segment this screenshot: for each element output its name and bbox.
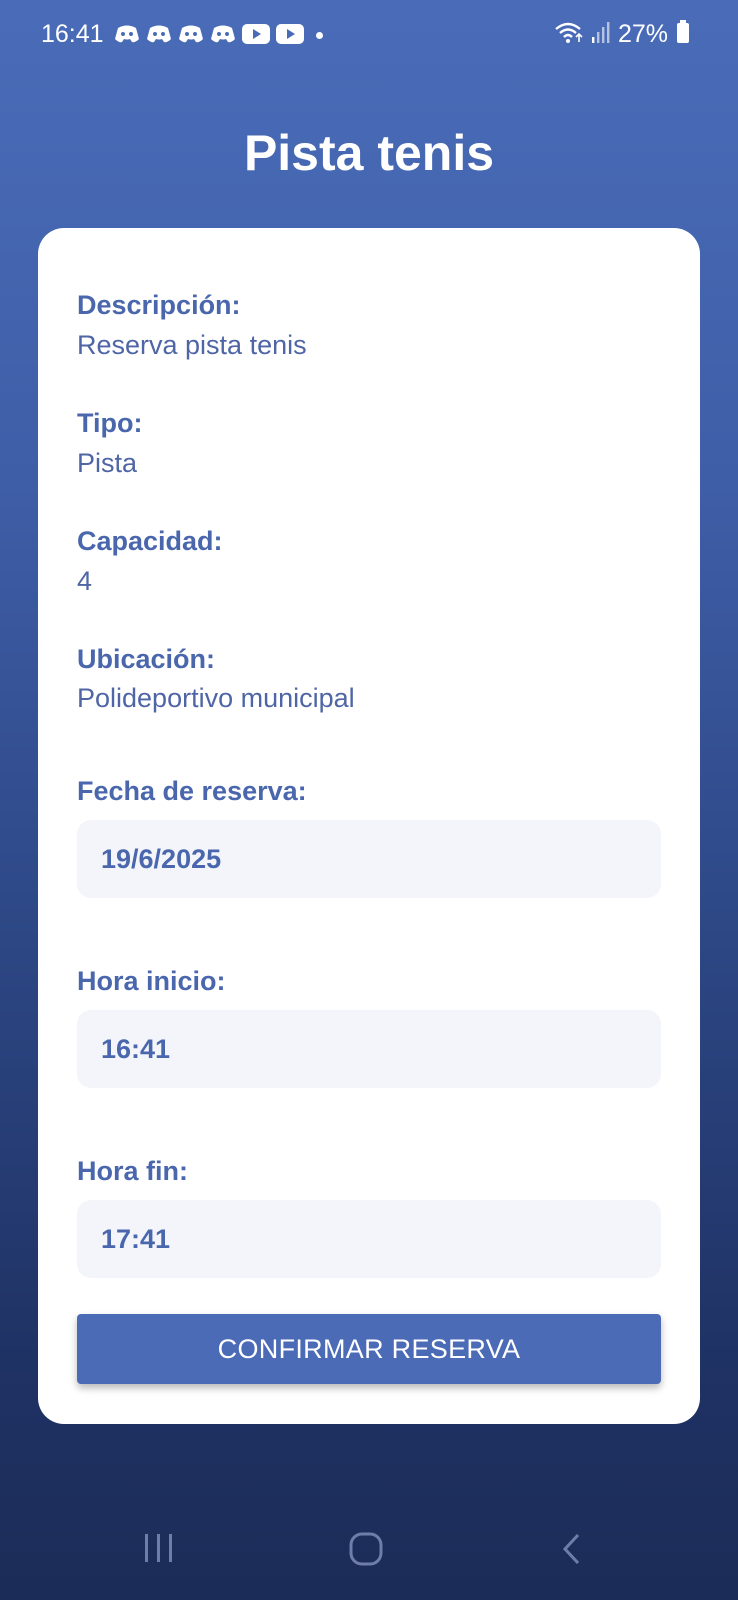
location-label: Ubicación: [77,644,216,674]
date-label: Fecha de reserva: [77,776,307,806]
wifi-icon [554,20,584,49]
signal-icon [591,21,610,48]
capacity-value: 4 [77,566,93,596]
type-label: Tipo: [77,408,143,438]
type-value: Pista [77,448,138,478]
status-bar: 16:41 27% [0,0,738,72]
discord-icon [178,24,204,44]
location-value: Polideportivo municipal [77,683,355,713]
page-title: Pista tenis [243,125,495,181]
more-notifications-dot [316,32,323,39]
youtube-icon [276,24,304,44]
date-field[interactable]: 19/6/2025 [77,820,661,898]
capacity-label: Capacidad: [77,526,223,556]
discord-icon [114,24,140,44]
reservation-card: Descripción: Reserva pista tenis Tipo: P… [38,228,700,1424]
start-time-label: Hora inicio: [77,966,226,996]
discord-icon [210,24,236,44]
end-time-field[interactable]: 17:41 [77,1200,661,1278]
discord-icon [146,24,172,44]
start-time-field[interactable]: 16:41 [77,1010,661,1088]
battery-icon [676,20,690,49]
end-time-field-value: 17:41 [101,1224,171,1254]
status-time: 16:41 [41,20,104,48]
status-right: 27% [554,20,690,49]
battery-percentage: 27% [617,20,668,48]
confirm-reservation-button[interactable]: CONFIRMAR RESERVA [77,1314,661,1384]
recent-apps-icon[interactable] [142,1532,176,1569]
home-icon[interactable] [348,1532,384,1571]
youtube-icon [242,24,270,44]
description-value: Reserva pista tenis [77,330,307,360]
start-time-field-value: 16:41 [101,1034,171,1064]
back-icon[interactable] [560,1532,584,1571]
navigation-bar [0,1510,738,1600]
notification-icons [114,24,304,44]
description-label: Descripción: [77,290,241,320]
end-time-label: Hora fin: [77,1156,188,1186]
date-field-value: 19/6/2025 [101,844,222,874]
